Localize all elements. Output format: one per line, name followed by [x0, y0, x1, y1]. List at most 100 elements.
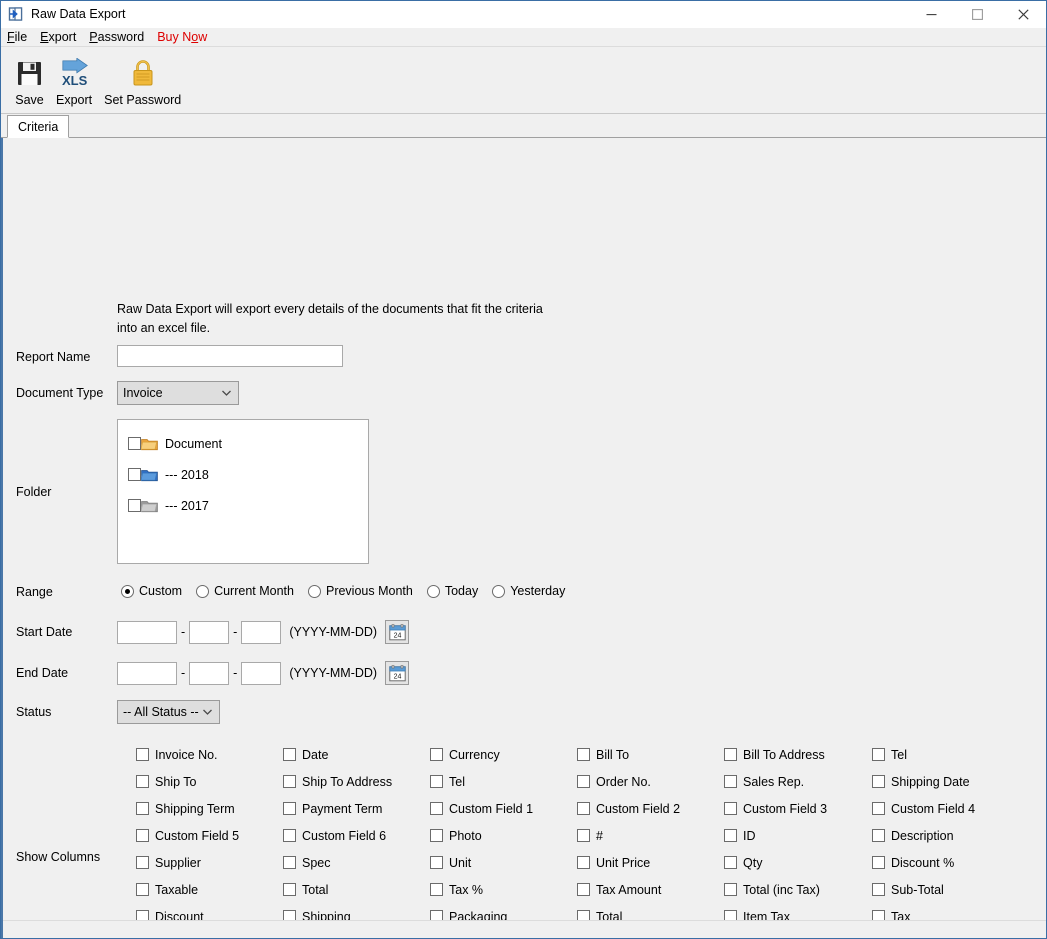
radio-indicator[interactable]: [426, 584, 440, 598]
show-column-checkbox[interactable]: [577, 856, 590, 869]
save-button[interactable]: Save: [9, 53, 50, 107]
range-option-today[interactable]: Today: [426, 584, 478, 598]
show-column-checkbox[interactable]: [724, 748, 737, 761]
show-column-checkbox[interactable]: [283, 883, 296, 896]
radio-indicator[interactable]: [121, 584, 134, 598]
show-column-option[interactable]: Bill To Address: [724, 741, 872, 768]
show-column-option[interactable]: Sales Rep.: [724, 768, 872, 795]
menu-item-file[interactable]: File: [7, 30, 34, 44]
show-column-option[interactable]: Payment Term: [283, 795, 430, 822]
show-column-checkbox[interactable]: [283, 802, 296, 815]
menu-item-export[interactable]: Export: [40, 30, 83, 44]
show-column-option[interactable]: Currency: [430, 741, 577, 768]
show-column-checkbox[interactable]: [872, 802, 885, 815]
start-date-day-input[interactable]: [241, 620, 282, 644]
start-date-picker-button[interactable]: 24: [385, 620, 410, 644]
show-column-checkbox[interactable]: [724, 883, 737, 896]
folder-checkbox[interactable]: [128, 437, 141, 450]
show-column-option[interactable]: Total: [283, 876, 430, 903]
show-column-checkbox[interactable]: [872, 775, 885, 788]
folder-checkbox[interactable]: [128, 499, 141, 512]
show-column-option[interactable]: Photo: [430, 822, 577, 849]
show-column-checkbox[interactable]: [724, 775, 737, 788]
show-column-option[interactable]: Unit: [430, 849, 577, 876]
end-date-month-input[interactable]: [189, 661, 230, 685]
show-column-checkbox[interactable]: [283, 775, 296, 788]
show-column-option[interactable]: Order No.: [577, 768, 724, 795]
show-column-option[interactable]: Invoice No.: [136, 741, 283, 768]
start-date-month-input[interactable]: [189, 620, 230, 644]
tab-criteria[interactable]: Criteria: [7, 115, 70, 138]
show-column-option[interactable]: ID: [724, 822, 872, 849]
folder-tree-item[interactable]: --- 2018: [118, 459, 368, 490]
show-column-option[interactable]: Date: [283, 741, 430, 768]
show-column-checkbox[interactable]: [136, 802, 149, 815]
show-column-option[interactable]: Unit Price: [577, 849, 724, 876]
export-button[interactable]: XLS Export: [50, 53, 98, 107]
show-column-option[interactable]: Custom Field 6: [283, 822, 430, 849]
range-option-previous-month[interactable]: Previous Month: [307, 584, 413, 598]
show-column-checkbox[interactable]: [136, 748, 149, 761]
show-column-option[interactable]: Taxable: [136, 876, 283, 903]
show-column-option[interactable]: Tax %: [430, 876, 577, 903]
show-column-checkbox[interactable]: [872, 748, 885, 761]
show-column-checkbox[interactable]: [872, 883, 885, 896]
report-name-input[interactable]: [117, 345, 343, 367]
show-column-checkbox[interactable]: [577, 883, 590, 896]
show-column-checkbox[interactable]: [577, 748, 590, 761]
show-column-checkbox[interactable]: [283, 829, 296, 842]
show-column-option[interactable]: Shipping Term: [136, 795, 283, 822]
folder-tree[interactable]: Document --- 2018 --- 2017: [117, 419, 369, 564]
show-column-checkbox[interactable]: [577, 802, 590, 815]
minimize-button[interactable]: [908, 1, 954, 28]
range-option-yesterday[interactable]: Yesterday: [492, 584, 565, 598]
set-password-button[interactable]: Set Password: [98, 53, 187, 107]
show-column-option[interactable]: Tel: [872, 741, 1019, 768]
show-column-checkbox[interactable]: [430, 748, 443, 761]
folder-tree-item[interactable]: --- 2017: [118, 490, 368, 521]
show-column-option[interactable]: #: [577, 822, 724, 849]
show-column-checkbox[interactable]: [136, 856, 149, 869]
radio-indicator[interactable]: [196, 584, 210, 598]
show-column-checkbox[interactable]: [283, 856, 296, 869]
range-option-custom[interactable]: Custom: [121, 584, 182, 598]
show-column-option[interactable]: Bill To: [577, 741, 724, 768]
show-column-option[interactable]: Tax Amount: [577, 876, 724, 903]
radio-indicator[interactable]: [492, 584, 506, 598]
show-column-option[interactable]: Total (inc Tax): [724, 876, 872, 903]
show-column-checkbox[interactable]: [577, 775, 590, 788]
radio-indicator[interactable]: [307, 584, 321, 598]
show-column-option[interactable]: Custom Field 4: [872, 795, 1019, 822]
show-column-option[interactable]: Custom Field 2: [577, 795, 724, 822]
show-column-checkbox[interactable]: [872, 829, 885, 842]
show-column-checkbox[interactable]: [283, 748, 296, 761]
end-date-picker-button[interactable]: 24: [385, 661, 410, 685]
folder-checkbox[interactable]: [128, 468, 141, 481]
close-button[interactable]: [1000, 1, 1046, 28]
show-column-checkbox[interactable]: [430, 775, 443, 788]
show-column-checkbox[interactable]: [136, 883, 149, 896]
menu-item-buy-now[interactable]: Buy Now: [157, 30, 214, 44]
show-column-checkbox[interactable]: [430, 856, 443, 869]
range-option-current-month[interactable]: Current Month: [196, 584, 294, 598]
show-column-option[interactable]: Ship To: [136, 768, 283, 795]
folder-tree-item[interactable]: Document: [118, 428, 368, 459]
show-column-checkbox[interactable]: [724, 802, 737, 815]
status-select[interactable]: -- All Status --: [117, 700, 220, 724]
end-date-year-input[interactable]: [117, 661, 177, 685]
show-column-checkbox[interactable]: [430, 802, 443, 815]
show-column-checkbox[interactable]: [430, 883, 443, 896]
show-column-option[interactable]: Shipping Date: [872, 768, 1019, 795]
show-column-checkbox[interactable]: [430, 829, 443, 842]
maximize-button[interactable]: [954, 1, 1000, 28]
show-column-option[interactable]: Discount %: [872, 849, 1019, 876]
show-column-checkbox[interactable]: [136, 829, 149, 842]
show-column-checkbox[interactable]: [724, 829, 737, 842]
show-column-option[interactable]: Custom Field 3: [724, 795, 872, 822]
start-date-year-input[interactable]: [117, 620, 177, 644]
menu-item-password[interactable]: Password: [89, 30, 151, 44]
end-date-day-input[interactable]: [241, 661, 282, 685]
show-column-option[interactable]: Description: [872, 822, 1019, 849]
show-column-option[interactable]: Sub-Total: [872, 876, 1019, 903]
show-column-option[interactable]: Supplier: [136, 849, 283, 876]
